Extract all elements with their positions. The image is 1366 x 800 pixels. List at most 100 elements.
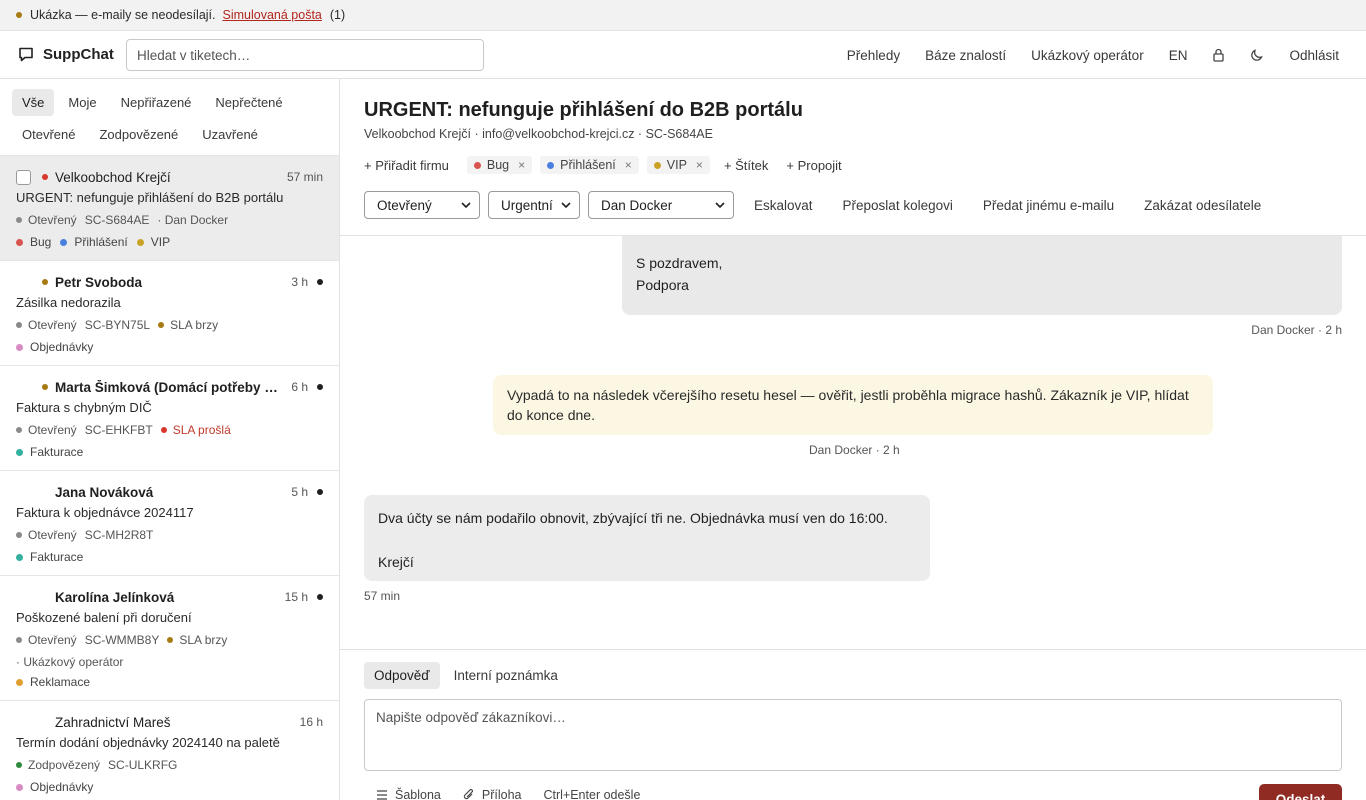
filter-closed[interactable]: Uzavřené: [192, 121, 268, 148]
banner-dot: [16, 12, 22, 18]
status-dot: [16, 217, 22, 223]
block-sender-button[interactable]: Zakázat odesílatele: [1144, 198, 1261, 213]
tag-dot: [16, 448, 23, 456]
ticket-item[interactable]: Jana Nováková 5 h Faktura k objednávce 2…: [0, 470, 339, 575]
ticket-time: 57 min: [286, 170, 323, 184]
ticket-time: 6 h: [291, 380, 308, 394]
priority-select[interactable]: Urgentní: [488, 191, 580, 219]
add-tag-button[interactable]: + Štítek: [724, 158, 768, 173]
status-dot: [16, 322, 22, 328]
ticket-time: 3 h: [291, 275, 308, 289]
composer-footer: Šablona Příloha Ctrl+Enter odešle: [364, 788, 662, 800]
tab-reply[interactable]: Odpověď: [364, 662, 440, 689]
tab-internal-note[interactable]: Interní poznámka: [444, 662, 568, 689]
ticket-subtitle: Velkoobchod Krejčí · info@velkoobchod-kr…: [364, 127, 713, 141]
sla-badge: SLA brzy: [170, 318, 219, 332]
status-select[interactable]: Otevřený: [364, 191, 480, 219]
ticket-subject: Zásilka nedorazila: [16, 295, 121, 310]
remove-tag-icon[interactable]: ×: [518, 158, 525, 172]
internal-note: Vypadá to na následek včerejšího resetu …: [493, 375, 1213, 435]
ticket-tags: Objednávky: [16, 780, 102, 794]
language-switch[interactable]: EN: [1169, 48, 1188, 63]
ticket-item[interactable]: Zahradnictví Mareš 16 h Termín dodání ob…: [0, 700, 339, 800]
nav-overviews[interactable]: Přehledy: [847, 48, 900, 63]
message-line: Podpora: [636, 277, 689, 293]
status-dot: [16, 532, 22, 538]
ticket-tags: Fakturace: [16, 550, 92, 564]
tag-dot: [473, 161, 481, 169]
ticket-subject: Poškozené balení při doručení: [16, 610, 192, 625]
ticket-meta: Otevřený SC-S684AE · Dan Docker: [16, 213, 323, 227]
filter-answered[interactable]: Zodpovězené: [89, 121, 188, 148]
ticket-customer: Karolína Jelínková: [55, 589, 175, 605]
ticket-id: SC-EHKFBT: [84, 423, 153, 437]
remove-tag-icon[interactable]: ×: [625, 158, 632, 172]
ticket-meta: Otevřený SC-WMMB8Y SLA brzy: [16, 633, 323, 647]
ticket-item[interactable]: Petr Svoboda 3 h Zásilka nedorazila Otev…: [0, 260, 339, 365]
priority-dot: [42, 384, 48, 390]
ticket-subject: Faktura k objednávce 2024117: [16, 505, 194, 520]
ticket-item[interactable]: Marta Šimková (Domácí potřeby K... 6 h F…: [0, 365, 339, 470]
ticket-detail: URGENT: nefunguje přihlášení do B2B port…: [340, 79, 1366, 800]
sla-dot: [160, 427, 167, 433]
send-button[interactable]: Odeslat: [1259, 784, 1342, 800]
tag-dot: [16, 553, 23, 561]
simulated-mail-link[interactable]: Simulovaná pošta: [223, 8, 322, 22]
ticket-item[interactable]: Velkoobchod Krejčí 57 min URGENT: nefung…: [0, 155, 339, 260]
ticket-meta: Otevřený SC-MH2R8T: [16, 528, 323, 542]
unread-dot: [317, 279, 323, 285]
ticket-sidebar: Vše Moje Nepřiřazené Nepřečtené Otevřené…: [0, 79, 340, 800]
chevron-down-icon: [715, 202, 725, 208]
ticket-id: SC-ULKRFG: [108, 758, 178, 772]
chat-icon: [19, 47, 33, 62]
logout-button[interactable]: Odhlásit: [1289, 48, 1339, 63]
nav-knowledge-base[interactable]: Báze znalostí: [925, 48, 1006, 63]
chevron-down-icon: [461, 202, 471, 208]
top-nav: Přehledy Báze znalostí Ukázkový operátor…: [847, 31, 1366, 79]
tag-dot: [60, 238, 68, 246]
lock-button[interactable]: [1212, 48, 1225, 62]
ticket-tag-row: + Přiřadit firmu Bug × Přihlášení × VIP …: [364, 155, 860, 175]
filter-open[interactable]: Otevřené: [12, 121, 85, 148]
forward-email-button[interactable]: Předat jinému e-mailu: [983, 198, 1114, 213]
lock-icon: [1213, 48, 1225, 62]
forward-colleague-button[interactable]: Přeposlat kolegovi: [843, 198, 953, 213]
assignee-select[interactable]: Dan Docker: [588, 191, 734, 219]
remove-tag-icon[interactable]: ×: [696, 158, 703, 172]
message-line: Krejčí: [378, 554, 414, 570]
brand[interactable]: SuppChat: [18, 46, 114, 63]
filter-all[interactable]: Vše: [12, 88, 55, 116]
status-value: Otevřený: [377, 197, 432, 213]
dark-mode-button[interactable]: [1250, 48, 1264, 62]
ticket-search-input[interactable]: [126, 39, 484, 71]
tag-label: Objednávky: [30, 780, 94, 794]
filter-mine[interactable]: Moje: [58, 89, 106, 116]
template-button[interactable]: Šablona: [376, 788, 441, 800]
ticket-status: Otevřený: [28, 633, 77, 647]
filter-unread[interactable]: Nepřečtené: [205, 89, 292, 116]
ticket-tags: Fakturace: [16, 445, 92, 459]
escalate-button[interactable]: Eskalovat: [754, 198, 813, 213]
tag-label: Bug: [30, 235, 52, 249]
incoming-message: Dva účty se nám podařilo obnovit, zbývaj…: [364, 495, 930, 581]
tag-label: Fakturace: [30, 445, 84, 459]
list-icon: [377, 790, 387, 800]
tag-label: VIP: [666, 158, 687, 172]
filter-unassigned[interactable]: Nepřiřazené: [111, 89, 202, 116]
message-line: Dva účty se nám podařilo obnovit, zbývaj…: [378, 510, 888, 526]
priority-dot: [42, 719, 48, 725]
ticket-id: SC-MH2R8T: [84, 528, 154, 542]
ticket-checkbox[interactable]: [16, 169, 31, 185]
tag-dot: [16, 238, 23, 246]
reply-textarea[interactable]: [364, 699, 1342, 771]
assign-company-button[interactable]: + Přiřadit firmu: [364, 158, 449, 173]
outgoing-message: S pozdravem, Podpora: [622, 236, 1342, 315]
tag-label: Bug: [486, 158, 510, 172]
nav-operator[interactable]: Ukázkový operátor: [1031, 48, 1144, 63]
priority-dot: [42, 489, 48, 495]
link-ticket-button[interactable]: + Propojit: [786, 158, 841, 173]
ticket-item[interactable]: Karolína Jelínková 15 h Poškozené balení…: [0, 575, 339, 700]
tag-dot: [16, 783, 23, 791]
message-meta: 57 min: [364, 589, 401, 603]
attachment-button[interactable]: Příloha: [463, 788, 521, 800]
